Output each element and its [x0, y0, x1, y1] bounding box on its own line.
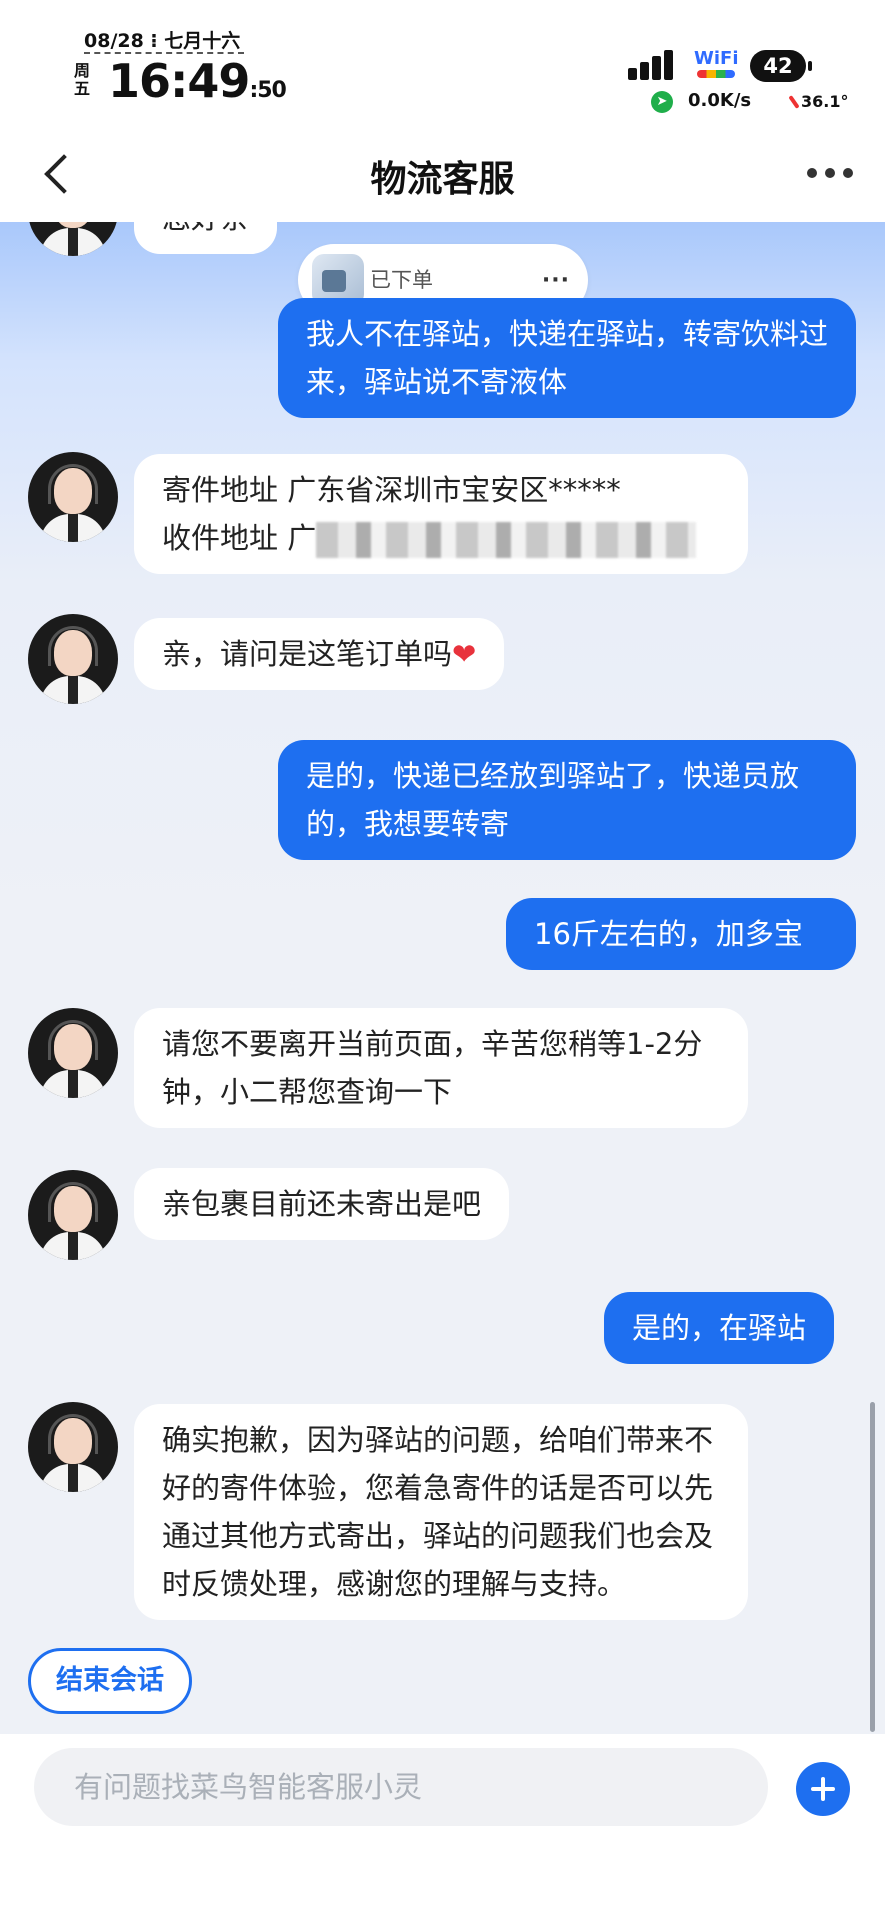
message-text: 请您不要离开当前页面，辛苦您稍等1-2分钟，小二帮您查询一下: [162, 1027, 703, 1109]
agent-avatar: [28, 222, 118, 256]
message-text: 您好亲: [162, 222, 249, 235]
message-text: 亲，请问是这笔订单吗: [162, 637, 453, 671]
message-text: 是的，快递已经放到驿站了，快递员放的，我想要转寄: [306, 759, 800, 841]
wifi-icon: WiFi: [694, 48, 739, 69]
user-message-bubble: 是的，快递已经放到驿站了，快递员放的，我想要转寄: [278, 740, 856, 860]
network-arrow-icon: ➤: [651, 91, 673, 113]
status-bar: 08/28 ⁝ 七月十六 周五 16:49:50 WiFi 42 ➤ 0.0K/…: [0, 0, 885, 128]
order-status-label: 已下单: [370, 268, 433, 292]
agent-avatar: [28, 452, 118, 542]
user-message-bubble: 是的，在驿站: [604, 1292, 835, 1364]
status-weekday: 周五: [74, 61, 91, 98]
redacted-address: [316, 522, 697, 558]
message-text: 16斤左右的，加多宝: [534, 917, 803, 951]
end-session-button[interactable]: 结束会话: [28, 1648, 192, 1714]
agent-message-bubble: 亲包裹目前还未寄出是吧: [134, 1168, 510, 1240]
message-text: 是的，在驿站: [632, 1311, 807, 1345]
agent-message-bubble: 请您不要离开当前页面，辛苦您稍等1-2分钟，小二帮您查询一下: [134, 1008, 748, 1128]
user-message-bubble: 我人不在驿站，快递在驿站，转寄饮料过来，驿站说不寄液体: [278, 298, 856, 418]
user-message-bubble: 16斤左右的，加多宝: [506, 898, 856, 970]
agent-message-bubble: 您好亲: [134, 222, 278, 254]
receiver-address-row: 收件地址 广: [162, 514, 720, 562]
status-date: 08/28 ⁝ 七月十六: [84, 30, 241, 52]
agent-message-bubble: 亲，请问是这笔订单吗❤: [134, 618, 505, 690]
signal-icon: [628, 48, 684, 80]
page-title: 物流客服: [370, 159, 515, 200]
message-input[interactable]: [34, 1748, 768, 1826]
agent-avatar: [28, 614, 118, 704]
chat-area[interactable]: 您好亲 已下单 ··· 我人不在驿站，快递在驿站，转寄饮料过来，驿站说不寄液体 …: [0, 222, 885, 1734]
chat-scrollbar[interactable]: [870, 1402, 875, 1732]
temperature: 36.1°: [792, 92, 848, 111]
message-text: 亲包裹目前还未寄出是吧: [162, 1187, 482, 1221]
nav-header: 物流客服: [0, 128, 885, 222]
agent-avatar: [28, 1402, 118, 1492]
more-options-icon[interactable]: [807, 162, 853, 182]
battery-icon: 42: [750, 50, 812, 82]
agent-message-bubble: 寄件地址 广东省深圳市宝安区***** 收件地址 广: [134, 454, 748, 574]
input-bar: [0, 1734, 885, 1917]
heart-emoji-icon: ❤: [452, 637, 477, 671]
order-more-icon[interactable]: ···: [542, 268, 570, 293]
status-time-main: 16:49: [108, 54, 250, 108]
network-speed: 0.0K/s: [688, 90, 752, 111]
status-time: 16:49:50: [108, 54, 287, 108]
status-time-seconds: :50: [249, 78, 286, 103]
agent-avatar: [28, 1008, 118, 1098]
agent-message-bubble: 确实抱歉，因为驿站的问题，给咱们带来不好的寄件体验，您着急寄件的话是否可以先通过…: [134, 1404, 748, 1620]
message-text: 我人不在驿站，快递在驿站，转寄饮料过来，驿站说不寄液体: [306, 317, 829, 399]
sender-address: 寄件地址 广东省深圳市宝安区*****: [162, 473, 621, 507]
agent-avatar: [28, 1170, 118, 1260]
plus-icon[interactable]: [796, 1762, 850, 1816]
wifi-indicator-icon: [697, 70, 735, 78]
receiver-address: 收件地址 广: [162, 521, 317, 555]
message-text: 确实抱歉，因为驿站的问题，给咱们带来不好的寄件体验，您着急寄件的话是否可以先通过…: [162, 1423, 714, 1601]
